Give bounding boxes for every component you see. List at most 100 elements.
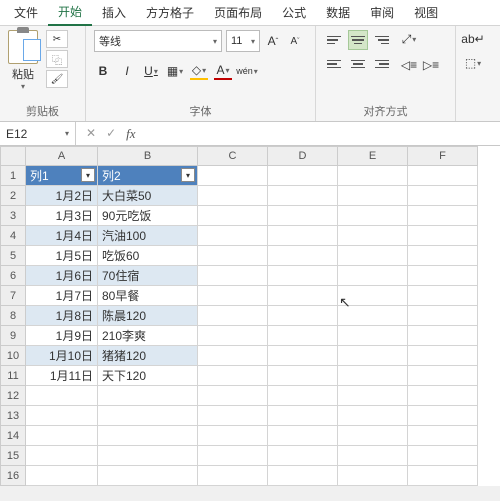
- format-painter-button[interactable]: 🖌: [46, 70, 68, 88]
- cell[interactable]: 1月3日: [26, 206, 98, 226]
- cell[interactable]: 80早餐: [98, 286, 198, 306]
- orientation-button[interactable]: ⤢▾: [400, 30, 418, 48]
- select-all-corner[interactable]: [0, 146, 26, 166]
- cell[interactable]: [338, 426, 408, 446]
- cell[interactable]: [98, 386, 198, 406]
- merge-button[interactable]: ⬚▾: [464, 54, 482, 72]
- cell[interactable]: [268, 166, 338, 186]
- cell[interactable]: [338, 186, 408, 206]
- cell[interactable]: [26, 446, 98, 466]
- row-header[interactable]: 5: [0, 246, 26, 266]
- cell[interactable]: 90元吃饭: [98, 206, 198, 226]
- cell[interactable]: [198, 166, 268, 186]
- cell[interactable]: [268, 366, 338, 386]
- italic-button[interactable]: I: [118, 62, 136, 80]
- menu-view[interactable]: 视图: [404, 0, 448, 25]
- increase-font-button[interactable]: Aˆ: [264, 32, 282, 50]
- row-header[interactable]: 16: [0, 466, 26, 486]
- cell[interactable]: [338, 346, 408, 366]
- cell[interactable]: [408, 346, 478, 366]
- fill-color-button[interactable]: ◇▾: [190, 62, 208, 80]
- cell[interactable]: [338, 286, 408, 306]
- cell[interactable]: [338, 246, 408, 266]
- underline-button[interactable]: U▾: [142, 62, 160, 80]
- col-header-C[interactable]: C: [198, 146, 268, 166]
- cell[interactable]: [198, 386, 268, 406]
- cell[interactable]: [198, 406, 268, 426]
- row-header[interactable]: 2: [0, 186, 26, 206]
- cell[interactable]: [338, 206, 408, 226]
- cell[interactable]: [198, 426, 268, 446]
- col-header-F[interactable]: F: [408, 146, 478, 166]
- cell[interactable]: [338, 326, 408, 346]
- cell[interactable]: 1月2日: [26, 186, 98, 206]
- cell[interactable]: [338, 166, 408, 186]
- align-top-left[interactable]: [324, 30, 344, 50]
- cell[interactable]: [408, 246, 478, 266]
- row-header[interactable]: 12: [0, 386, 26, 406]
- cell[interactable]: [26, 426, 98, 446]
- cell[interactable]: 70住宿: [98, 266, 198, 286]
- menu-file[interactable]: 文件: [4, 0, 48, 25]
- cell[interactable]: 汽油100: [98, 226, 198, 246]
- cell[interactable]: [198, 206, 268, 226]
- cell[interactable]: [268, 326, 338, 346]
- cell[interactable]: 1月6日: [26, 266, 98, 286]
- cell[interactable]: [268, 406, 338, 426]
- col-header-B[interactable]: B: [98, 146, 198, 166]
- cell[interactable]: [198, 306, 268, 326]
- cell[interactable]: [98, 406, 198, 426]
- cell[interactable]: 1月4日: [26, 226, 98, 246]
- decrease-indent-button[interactable]: ◁≡: [400, 56, 418, 74]
- cell[interactable]: [268, 306, 338, 326]
- font-color-button[interactable]: A▾: [214, 62, 232, 80]
- cell[interactable]: [408, 206, 478, 226]
- cell[interactable]: [98, 446, 198, 466]
- cell[interactable]: [198, 246, 268, 266]
- cell[interactable]: [408, 446, 478, 466]
- row-header[interactable]: 6: [0, 266, 26, 286]
- accept-formula-button[interactable]: ✓: [106, 126, 116, 142]
- cell[interactable]: [98, 426, 198, 446]
- cell[interactable]: [198, 326, 268, 346]
- cell[interactable]: [268, 426, 338, 446]
- font-name-combo[interactable]: 等线▾: [94, 30, 222, 52]
- copy-button[interactable]: ⿻: [46, 50, 68, 68]
- filter-dropdown-icon[interactable]: ▾: [81, 168, 95, 182]
- cell[interactable]: [408, 406, 478, 426]
- menu-review[interactable]: 审阅: [360, 0, 404, 25]
- cell[interactable]: [338, 406, 408, 426]
- cell[interactable]: [268, 226, 338, 246]
- cell[interactable]: [268, 286, 338, 306]
- col-header-A[interactable]: A: [26, 146, 98, 166]
- cell[interactable]: [408, 186, 478, 206]
- cell[interactable]: [268, 446, 338, 466]
- filter-dropdown-icon[interactable]: ▾: [181, 168, 195, 182]
- bold-button[interactable]: B: [94, 62, 112, 80]
- col-header-E[interactable]: E: [338, 146, 408, 166]
- cell[interactable]: [198, 186, 268, 206]
- menu-layout[interactable]: 页面布局: [204, 0, 272, 25]
- cell[interactable]: 1月11日: [26, 366, 98, 386]
- menu-formula[interactable]: 公式: [272, 0, 316, 25]
- align-mid-left[interactable]: [324, 54, 344, 74]
- cell[interactable]: [408, 326, 478, 346]
- phonetic-button[interactable]: wén▾: [238, 62, 256, 80]
- cell[interactable]: [198, 346, 268, 366]
- menu-data[interactable]: 数据: [316, 0, 360, 25]
- cell[interactable]: [338, 446, 408, 466]
- cut-button[interactable]: ✂: [46, 30, 68, 48]
- cell[interactable]: 1月7日: [26, 286, 98, 306]
- menu-insert[interactable]: 插入: [92, 0, 136, 25]
- cell[interactable]: [338, 306, 408, 326]
- menu-fanggezi[interactable]: 方方格子: [136, 0, 204, 25]
- cell[interactable]: 陈晨120: [98, 306, 198, 326]
- font-size-combo[interactable]: 11▾: [226, 30, 260, 52]
- cell[interactable]: [98, 466, 198, 486]
- cell[interactable]: 天下120: [98, 366, 198, 386]
- row-header[interactable]: 4: [0, 226, 26, 246]
- decrease-font-button[interactable]: Aˇ: [286, 32, 304, 50]
- row-header[interactable]: 8: [0, 306, 26, 326]
- name-box[interactable]: E12▾: [0, 122, 76, 145]
- cell[interactable]: [408, 226, 478, 246]
